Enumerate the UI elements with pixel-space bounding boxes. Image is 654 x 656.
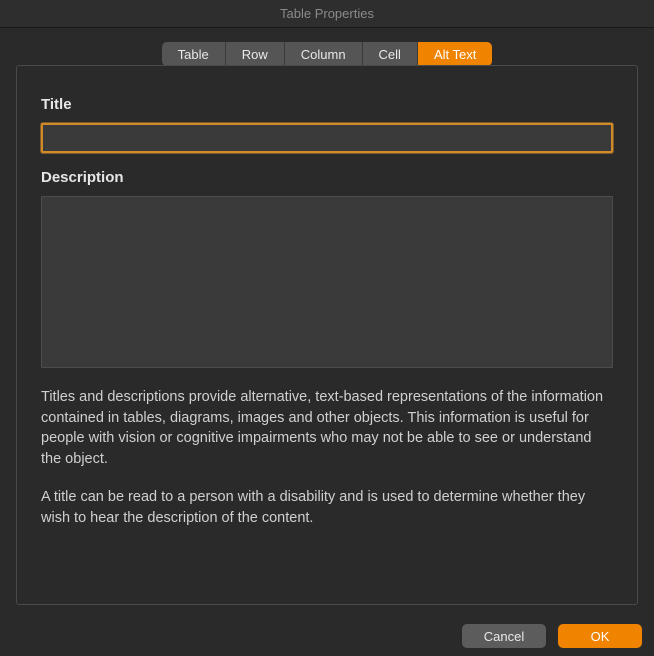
dialog-buttons: Cancel OK [462,624,642,648]
help-text: Titles and descriptions provide alternat… [41,387,613,528]
title-label: Title [41,96,613,113]
description-section: Description [41,169,613,371]
tabs-container: Table Row Column Cell Alt Text [0,28,654,66]
description-label: Description [41,169,613,186]
ok-button[interactable]: OK [558,624,642,648]
tab-column[interactable]: Column [285,42,363,66]
tab-row[interactable]: Row [226,42,285,66]
title-section: Title [41,96,613,153]
title-input[interactable] [41,123,613,153]
tab-cell[interactable]: Cell [363,42,418,66]
tab-table[interactable]: Table [162,42,226,66]
help-paragraph-2: A title can be read to a person with a d… [41,487,613,528]
content-panel: Title Description Titles and description… [16,65,638,605]
cancel-button[interactable]: Cancel [462,624,546,648]
tab-alt-text[interactable]: Alt Text [418,42,492,66]
titlebar: Table Properties [0,0,654,28]
help-paragraph-1: Titles and descriptions provide alternat… [41,387,613,469]
window-title: Table Properties [280,6,374,21]
tab-bar: Table Row Column Cell Alt Text [162,42,493,66]
description-textarea[interactable] [41,196,613,368]
